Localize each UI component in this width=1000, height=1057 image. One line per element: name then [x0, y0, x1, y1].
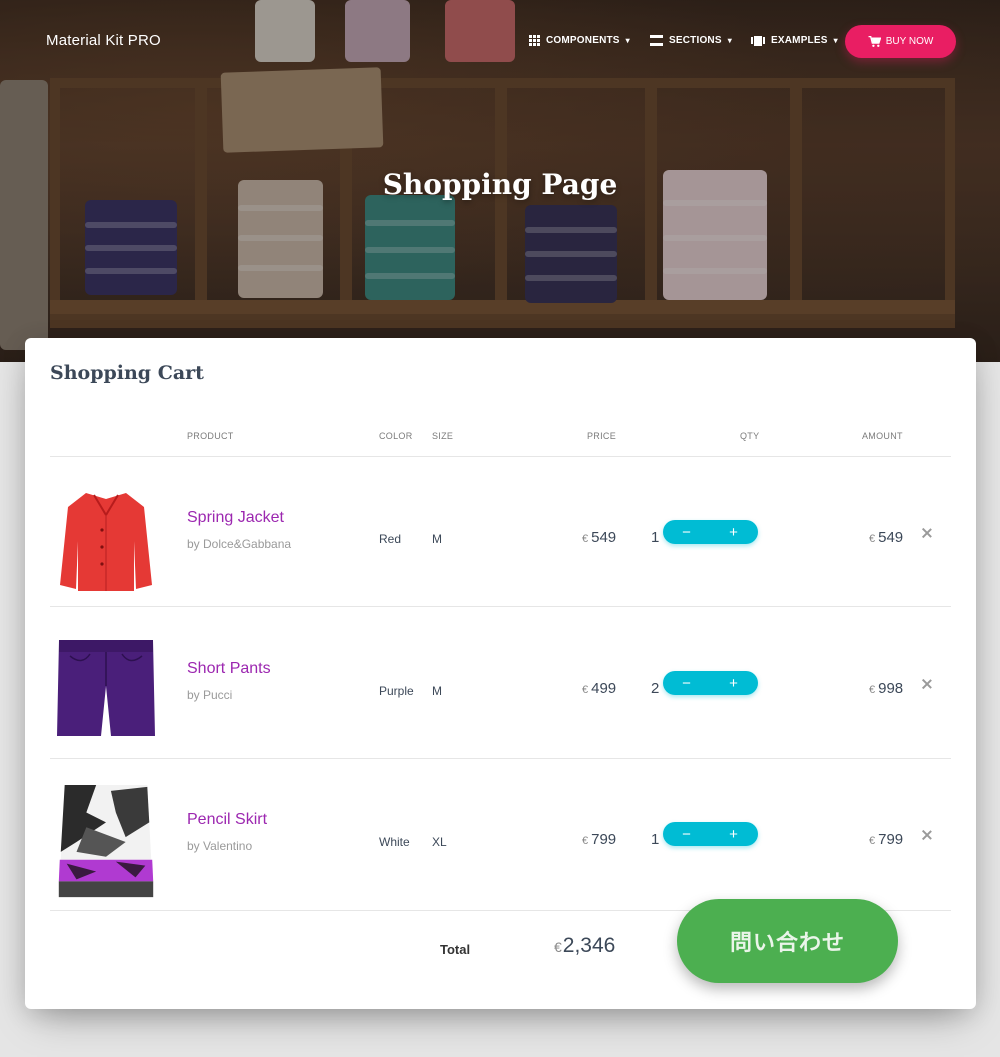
product-color: Purple [379, 684, 414, 698]
product-name[interactable]: Spring Jacket [187, 509, 284, 527]
column-header-price: PRICE [587, 431, 617, 441]
product-brand: by Valentino [187, 839, 253, 853]
currency-symbol: € [869, 533, 876, 545]
decrease-quantity-button[interactable]: − [663, 822, 710, 846]
contact-inquiry-button[interactable]: 問い合わせ [677, 899, 898, 983]
quantity-stepper: − + [663, 822, 758, 846]
navbar: Material Kit PRO COMPONENTS ▾ SECTIONS ▾… [0, 0, 1000, 82]
currency-symbol: € [869, 835, 876, 847]
amount-value: 799 [878, 831, 904, 848]
amount-value: 549 [878, 529, 904, 546]
product-brand: by Dolce&Gabbana [187, 537, 292, 551]
decrease-quantity-button[interactable]: − [663, 671, 710, 695]
column-header-qty: QTY [740, 431, 760, 441]
currency-symbol: € [554, 939, 562, 955]
nav-examples-label: EXAMPLES [771, 35, 828, 46]
nav-sections-label: SECTIONS [669, 35, 722, 46]
product-brand: by Pucci [187, 688, 233, 702]
product-size: M [432, 532, 442, 546]
table-row: Pencil Skirt by Valentino White XL €799 … [25, 759, 976, 909]
column-header-product: PRODUCT [187, 431, 234, 441]
price-value: 499 [591, 680, 617, 697]
product-color: Red [379, 532, 402, 546]
product-size: XL [432, 835, 447, 849]
product-image-shorts [57, 640, 155, 736]
table-row: Spring Jacket by Dolce&Gabbana Red M €54… [25, 457, 976, 607]
row-divider [50, 606, 951, 607]
product-price: €799 [582, 831, 616, 848]
price-value: 549 [591, 529, 617, 546]
column-header-size: SIZE [432, 431, 454, 441]
view-carousel-icon [751, 35, 765, 46]
table-row: Short Pants by Pucci Purple M €499 2 − +… [25, 608, 976, 758]
total-value: €2,346 [554, 934, 615, 958]
nav-sections[interactable]: SECTIONS ▾ [650, 35, 732, 46]
column-header-amount: AMOUNT [862, 431, 903, 441]
product-price: €549 [582, 529, 616, 546]
amount-value: 998 [878, 680, 904, 697]
increase-quantity-button[interactable]: + [710, 822, 757, 846]
nav-components[interactable]: COMPONENTS ▾ [529, 35, 630, 46]
increase-quantity-button[interactable]: + [710, 520, 757, 544]
column-header-color: COLOR [379, 431, 413, 441]
product-name[interactable]: Pencil Skirt [187, 811, 267, 829]
product-image-skirt [58, 784, 154, 898]
currency-symbol: € [582, 835, 589, 847]
product-amount: €549 [869, 529, 903, 546]
shopping-cart-icon [868, 35, 881, 47]
nav-components-label: COMPONENTS [546, 35, 620, 46]
product-color: White [379, 835, 410, 849]
caret-down-icon: ▾ [625, 36, 630, 45]
decrease-quantity-button[interactable]: − [663, 520, 710, 544]
quantity-stepper: − + [663, 520, 758, 544]
currency-symbol: € [869, 684, 876, 696]
view-day-icon [650, 35, 663, 46]
product-amount: €799 [869, 831, 903, 848]
remove-item-close-icon[interactable] [920, 828, 934, 842]
page-title: Shopping Page [382, 168, 618, 201]
caret-down-icon: ▾ [833, 36, 838, 45]
product-amount: €998 [869, 680, 903, 697]
increase-quantity-button[interactable]: + [710, 671, 757, 695]
remove-item-close-icon[interactable] [920, 526, 934, 540]
buy-now-label: BUY NOW [885, 36, 934, 47]
product-image-jacket [60, 493, 152, 591]
quantity-value: 2 [651, 680, 660, 697]
product-price: €499 [582, 680, 616, 697]
quantity-value: 1 [651, 831, 660, 848]
total-amount: 2,346 [562, 934, 616, 957]
caret-down-icon: ▾ [727, 36, 732, 45]
total-label: Total [440, 942, 471, 957]
apps-grid-icon [529, 35, 540, 46]
remove-item-close-icon[interactable] [920, 677, 934, 691]
brand-logo[interactable]: Material Kit PRO [46, 32, 161, 49]
product-name[interactable]: Short Pants [187, 660, 271, 678]
buy-now-button[interactable]: BUY NOW [845, 25, 956, 58]
quantity-value: 1 [651, 529, 660, 546]
product-size: M [432, 684, 442, 698]
nav-examples[interactable]: EXAMPLES ▾ [751, 35, 838, 46]
cart-title: Shopping Cart [50, 362, 204, 384]
quantity-stepper: − + [663, 671, 758, 695]
price-value: 799 [591, 831, 617, 848]
currency-symbol: € [582, 684, 589, 696]
currency-symbol: € [582, 533, 589, 545]
